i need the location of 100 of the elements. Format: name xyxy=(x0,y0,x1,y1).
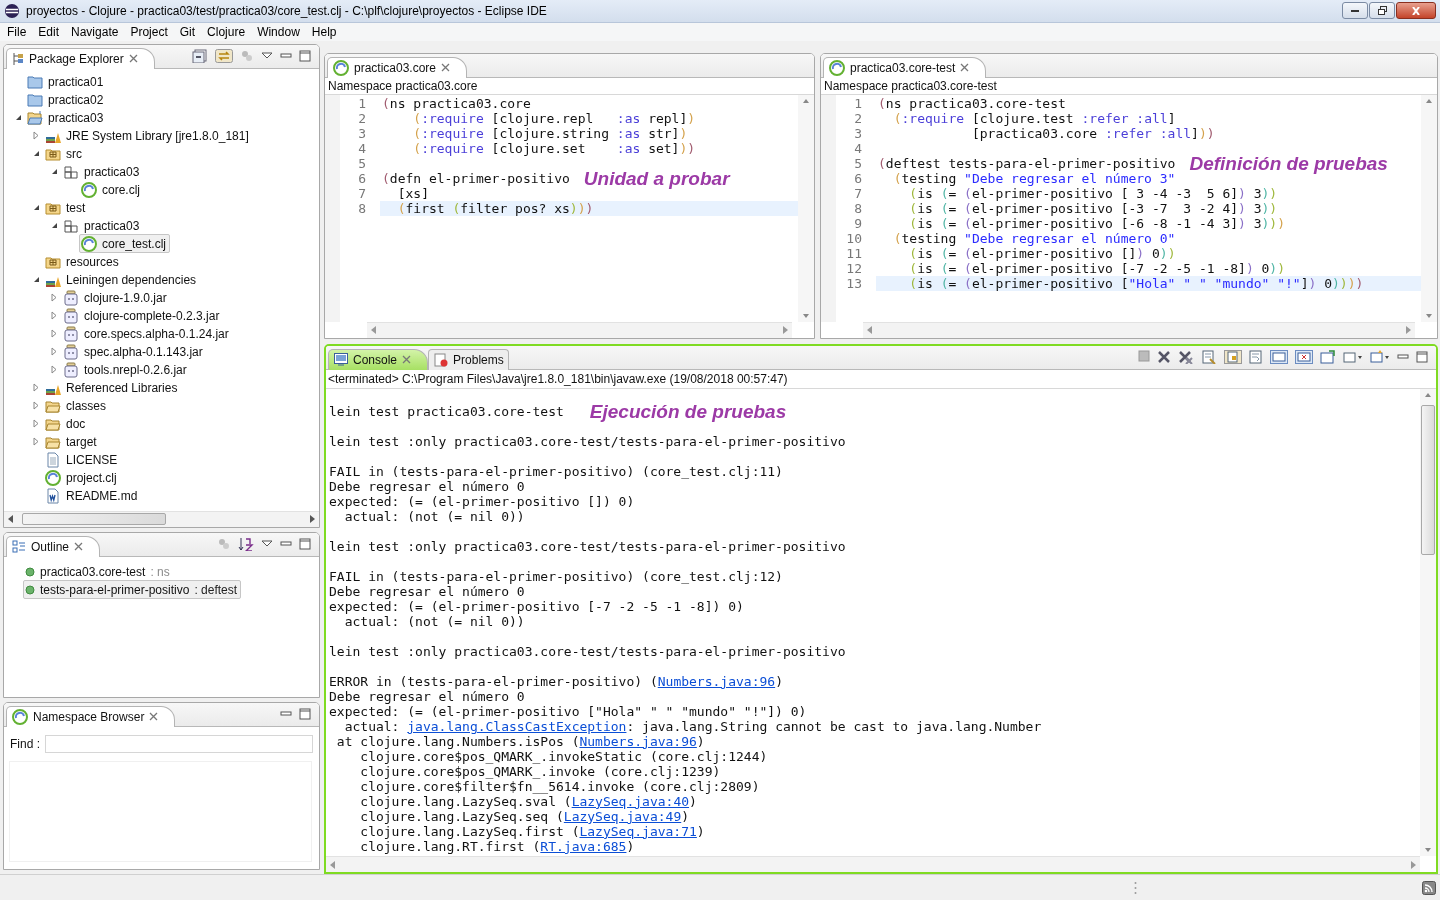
menu-item[interactable]: Edit xyxy=(32,24,66,39)
tree-item[interactable]: classes xyxy=(43,396,110,416)
tree-item[interactable]: core.specs.alpha-0.1.24.jar xyxy=(61,324,233,344)
horizontal-scrollbar[interactable] xyxy=(4,510,319,527)
close-icon[interactable] xyxy=(960,63,970,73)
maximize-icon[interactable] xyxy=(299,49,311,64)
pin-console-icon[interactable] xyxy=(1270,350,1288,365)
new-window-icon[interactable] xyxy=(1370,350,1390,365)
collapsed-arrow-icon[interactable] xyxy=(33,437,39,447)
close-icon[interactable] xyxy=(149,712,159,722)
collapsed-arrow-icon[interactable] xyxy=(51,329,57,339)
menu-item[interactable]: Help xyxy=(305,24,343,39)
scroll-right-arrow-icon[interactable] xyxy=(310,515,315,524)
link[interactable]: RT.java:685 xyxy=(540,838,627,854)
link[interactable]: Numbers.java:96 xyxy=(579,733,697,749)
tree-item[interactable]: practica03 xyxy=(61,162,144,182)
filter-icon[interactable] xyxy=(240,49,254,64)
scroll-up-arrow-icon[interactable] xyxy=(803,98,809,103)
expanded-arrow-icon[interactable] xyxy=(50,168,58,176)
link[interactable]: LazySeq.java:71 xyxy=(579,823,697,839)
tree-item[interactable]: clojure-1.9.0.jar xyxy=(61,288,171,308)
tree-item[interactable]: resources xyxy=(43,252,123,272)
close-icon[interactable] xyxy=(128,54,138,64)
remove-all-icon[interactable] xyxy=(1178,350,1194,365)
tree-item[interactable]: practica02 xyxy=(25,90,108,110)
tree-item[interactable]: doc xyxy=(43,414,90,434)
close-icon[interactable] xyxy=(441,63,451,73)
remove-launch-icon[interactable] xyxy=(1157,350,1171,365)
maximize-icon[interactable] xyxy=(299,707,311,722)
menu-item[interactable]: Git xyxy=(173,24,202,39)
tree-item[interactable]: core_test.clj xyxy=(79,234,171,254)
sort-icon[interactable] xyxy=(238,537,254,552)
word-wrap-icon[interactable] xyxy=(1249,350,1263,365)
view-tab[interactable]: practica03.core-test xyxy=(823,56,987,78)
tree-item[interactable]: test xyxy=(43,198,90,218)
menu-item[interactable]: Navigate xyxy=(65,24,125,39)
new-console-icon[interactable] xyxy=(1343,350,1363,365)
maximize-icon[interactable] xyxy=(1416,350,1428,365)
collapsed-arrow-icon[interactable] xyxy=(51,311,57,321)
tree-item[interactable]: Referenced Libraries xyxy=(43,378,182,398)
minimize-button[interactable] xyxy=(1342,2,1368,20)
clear-console-icon[interactable] xyxy=(1201,350,1217,365)
maximize-icon[interactable] xyxy=(299,537,311,552)
collapsed-arrow-icon[interactable] xyxy=(51,293,57,303)
tree-item[interactable]: LICENSE xyxy=(43,450,122,470)
collapsed-arrow-icon[interactable] xyxy=(51,347,57,357)
tree-item[interactable]: tools.nrepl-0.2.6.jar xyxy=(61,360,191,380)
scroll-lock-icon[interactable] xyxy=(1224,350,1242,365)
outline-item[interactable]: tests-para-el-primer-positivo : deftest xyxy=(23,580,242,600)
collapsed-arrow-icon[interactable] xyxy=(51,365,57,375)
scroll-down-arrow-icon[interactable] xyxy=(803,313,809,318)
tree-item[interactable]: core.clj xyxy=(79,180,144,200)
tree-item[interactable]: README.md xyxy=(43,486,142,506)
view-tab[interactable]: Package Explorer xyxy=(6,47,155,69)
tree-item[interactable]: practica03 xyxy=(61,216,144,236)
collapse-all-icon[interactable] xyxy=(192,49,208,64)
close-icon[interactable] xyxy=(74,542,84,552)
view-tab[interactable]: Namespace Browser xyxy=(6,705,176,727)
tree-item[interactable]: clojure-complete-0.2.3.jar xyxy=(61,306,224,326)
tree-item[interactable]: practica01 xyxy=(25,72,108,92)
vertical-scrollbar[interactable] xyxy=(1420,388,1436,857)
expanded-arrow-icon[interactable] xyxy=(32,150,40,158)
menu-item[interactable]: Clojure xyxy=(201,24,252,39)
collapsed-arrow-icon[interactable] xyxy=(33,419,39,429)
stop-icon[interactable] xyxy=(1138,350,1150,365)
scroll-up-arrow-icon[interactable] xyxy=(1425,392,1431,397)
menu-item[interactable]: Project xyxy=(124,24,174,39)
tree-item[interactable]: src xyxy=(43,144,86,164)
collapsed-arrow-icon[interactable] xyxy=(33,131,39,141)
display-console-icon[interactable] xyxy=(1295,350,1313,365)
tree-item[interactable]: JRE System Library [jre1.8.0_181] xyxy=(43,126,253,146)
outline-item[interactable]: practica03.core-test : ns xyxy=(23,562,174,582)
scroll-down-arrow-icon[interactable] xyxy=(1425,848,1431,853)
link[interactable]: LazySeq.java:49 xyxy=(563,808,682,824)
link-editor-icon[interactable] xyxy=(215,49,233,64)
view-tab[interactable]: practica03.core xyxy=(327,56,468,78)
link[interactable]: LazySeq.java:40 xyxy=(571,793,690,809)
expanded-arrow-icon[interactable] xyxy=(32,276,40,284)
menu-item[interactable]: Window xyxy=(251,24,306,39)
tree-item[interactable]: target xyxy=(43,432,101,452)
scroll-down-arrow-icon[interactable] xyxy=(1426,313,1432,318)
find-field[interactable] xyxy=(45,734,313,753)
link[interactable]: Numbers.java:96 xyxy=(657,673,776,689)
collapsed-arrow-icon[interactable] xyxy=(33,401,39,411)
menu-item[interactable]: File xyxy=(1,24,33,39)
expanded-arrow-icon[interactable] xyxy=(14,114,22,122)
restore-button[interactable] xyxy=(1369,2,1395,20)
collapsed-arrow-icon[interactable] xyxy=(33,383,39,393)
link[interactable]: java.lang.ClassCastException xyxy=(407,718,627,734)
close-icon[interactable] xyxy=(402,355,412,365)
expanded-arrow-icon[interactable] xyxy=(32,204,40,212)
scroll-left-arrow-icon[interactable] xyxy=(8,515,13,524)
filter-icon[interactable] xyxy=(217,537,231,552)
tree-item[interactable]: practica03 xyxy=(25,108,108,128)
view-tab[interactable]: Console xyxy=(328,348,429,370)
close-button[interactable] xyxy=(1396,2,1436,20)
tree-item[interactable]: spec.alpha-0.1.143.jar xyxy=(61,342,207,362)
expanded-arrow-icon[interactable] xyxy=(50,222,58,230)
view-tab[interactable]: Problems xyxy=(428,348,509,370)
tree-item[interactable]: Leiningen dependencies xyxy=(43,270,201,290)
